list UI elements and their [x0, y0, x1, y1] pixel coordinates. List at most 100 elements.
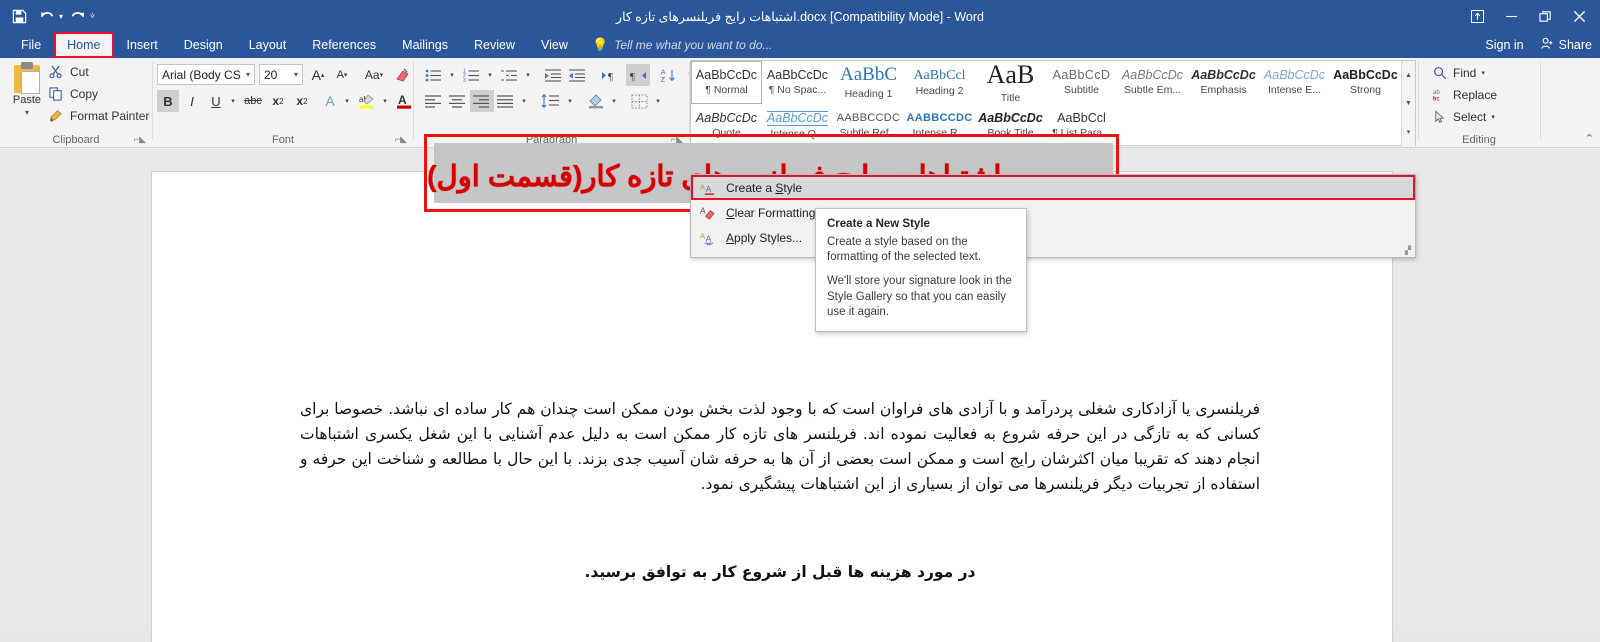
chevron-up-icon[interactable]: ▲ — [1405, 72, 1412, 79]
shrink-font-button[interactable]: A ▾ — [331, 64, 353, 86]
ltr-text-direction-button[interactable]: ¶ — [600, 64, 624, 86]
replace-button[interactable]: ab ac Replace — [1432, 85, 1497, 105]
multilevel-dropdown-icon[interactable]: ▾ — [522, 64, 534, 86]
numbering-dropdown-icon[interactable]: ▾ — [484, 64, 496, 86]
select-dropdown-icon[interactable]: ▾ — [1491, 113, 1495, 121]
shading-dropdown-icon[interactable]: ▾ — [608, 90, 620, 112]
chevron-down-icon[interactable]: ▾ — [246, 70, 250, 79]
shading-button[interactable] — [584, 90, 608, 112]
select-pointer-icon — [1432, 109, 1448, 125]
align-left-button[interactable] — [422, 90, 446, 112]
close-icon[interactable] — [1562, 1, 1596, 31]
tab-insert[interactable]: Insert — [114, 32, 171, 58]
tab-references[interactable]: References — [299, 32, 389, 58]
font-color-button[interactable]: A — [393, 90, 415, 112]
font-name-combobox[interactable]: Arial (Body CS ▾ — [157, 64, 255, 85]
tab-file[interactable]: File — [8, 32, 55, 58]
increase-indent-button[interactable] — [566, 64, 590, 86]
style-normal[interactable]: AaBbCcDc ¶ Normal — [691, 61, 762, 104]
font-size-value: 20 — [264, 67, 278, 82]
document-subheading[interactable]: در مورد هزینه ها قبل از شروع کار به تواف… — [300, 560, 1260, 585]
bold-button[interactable]: B — [157, 90, 179, 112]
style-intense-emphasis[interactable]: AaBbCcDc Intense E... — [1259, 61, 1330, 104]
menu-item-apply-styles[interactable]: AA Apply Styles... — [691, 225, 1415, 250]
underline-dropdown-icon[interactable]: ▾ — [227, 90, 239, 112]
bullets-button[interactable] — [422, 64, 446, 86]
cut-button[interactable]: Cut — [48, 62, 89, 82]
italic-button[interactable]: I — [181, 90, 203, 112]
window-controls[interactable] — [1460, 0, 1596, 32]
menu-item-clear-formatting[interactable]: A Clear Formatting — [691, 200, 1415, 225]
menu-item-create-a-style[interactable]: AA Create a Style — [691, 175, 1415, 200]
select-button[interactable]: Select ▾ — [1432, 107, 1495, 127]
minimize-icon[interactable] — [1494, 1, 1528, 31]
style-strong[interactable]: AaBbCcDc Strong — [1330, 61, 1401, 104]
font-size-combobox[interactable]: 20 ▾ — [259, 64, 303, 85]
text-highlight-color-button[interactable]: ab — [355, 90, 379, 112]
find-dropdown-icon[interactable]: ▾ — [1481, 69, 1485, 77]
text-effects-button[interactable]: A — [319, 90, 341, 112]
grow-font-button[interactable]: A ▴ — [307, 64, 329, 86]
restore-icon[interactable] — [1528, 1, 1562, 31]
clear-formatting-button[interactable] — [393, 64, 413, 86]
styles-gallery-scroll[interactable]: ▲ ▼ ▾ — [1401, 61, 1415, 147]
font-dialog-launcher-icon[interactable]: ⌐◣ — [395, 134, 407, 145]
style-heading-1[interactable]: AaBbC Heading 1 — [833, 61, 904, 104]
align-right-button[interactable] — [470, 90, 494, 112]
tell-me-search[interactable]: 💡 Tell me what you want to do... — [592, 32, 773, 58]
numbering-button[interactable]: 123 — [460, 64, 484, 86]
clipboard-dialog-launcher-icon[interactable]: ⌐◣ — [134, 134, 146, 145]
account-area: Sign in Share — [1485, 32, 1592, 58]
sign-in-link[interactable]: Sign in — [1485, 38, 1523, 52]
tab-view[interactable]: View — [528, 32, 581, 58]
document-paragraph-1[interactable]: فریلنسری یا آزادکاری شغلی پردرآمد و با آ… — [300, 397, 1260, 497]
style-subtitle[interactable]: AaBbCcD Subtitle — [1046, 61, 1117, 104]
borders-dropdown-icon[interactable]: ▾ — [652, 90, 664, 112]
clear-formatting-icon: A — [699, 204, 717, 222]
replace-icon: ab ac — [1432, 87, 1448, 103]
text-effects-dropdown-icon[interactable]: ▾ — [341, 90, 353, 112]
style-emphasis[interactable]: AaBbCcDc Emphasis — [1188, 61, 1259, 104]
find-button[interactable]: Find ▾ — [1432, 63, 1485, 83]
tab-mailings[interactable]: Mailings — [389, 32, 461, 58]
chevron-down-icon[interactable]: ▾ — [294, 70, 298, 79]
menu-resize-grip[interactable]: ▞ — [1405, 246, 1411, 255]
chevron-down-icon[interactable]: ▼ — [1405, 100, 1412, 107]
multilevel-list-button[interactable] — [498, 64, 522, 86]
tab-layout[interactable]: Layout — [236, 32, 300, 58]
tab-design[interactable]: Design — [171, 32, 236, 58]
line-spacing-dropdown-icon[interactable]: ▾ — [564, 90, 576, 112]
copy-button[interactable]: Copy — [48, 84, 98, 104]
paste-button[interactable]: Paste ▾ — [6, 60, 48, 132]
bullets-dropdown-icon[interactable]: ▾ — [446, 64, 458, 86]
tab-review[interactable]: Review — [461, 32, 528, 58]
styles-dropdown-menu[interactable]: AA Create a Style A Clear Formatting AA … — [690, 174, 1416, 258]
paste-dropdown-icon[interactable]: ▾ — [25, 108, 29, 117]
style-no-spacing[interactable]: AaBbCcDc ¶ No Spac... — [762, 61, 833, 104]
chevron-up-icon[interactable]: ⌃ — [1585, 132, 1594, 145]
decrease-indent-button[interactable] — [542, 64, 566, 86]
underline-button[interactable]: U — [205, 90, 227, 112]
svg-text:A: A — [700, 205, 706, 215]
style-heading-2[interactable]: AaBbCcl Heading 2 — [904, 61, 975, 104]
align-center-button[interactable] — [446, 90, 470, 112]
tab-home[interactable]: Home — [54, 32, 114, 58]
line-spacing-button[interactable] — [538, 90, 564, 112]
borders-button[interactable] — [628, 90, 652, 112]
change-case-button[interactable]: Aa ▾ — [359, 64, 389, 86]
justify-button[interactable] — [494, 90, 518, 112]
superscript-button[interactable]: x2 — [291, 90, 313, 112]
style-title[interactable]: AaB Title — [975, 61, 1046, 104]
subscript-button[interactable]: x2 — [267, 90, 289, 112]
rtl-text-direction-button[interactable]: ¶ — [626, 64, 650, 86]
format-painter-button[interactable]: Format Painter — [48, 106, 149, 126]
alignment-dropdown-icon[interactable]: ▾ — [518, 90, 530, 112]
paste-label: Paste — [12, 94, 42, 106]
sort-button[interactable]: AZ — [658, 64, 682, 86]
strikethrough-button[interactable]: abc — [241, 90, 265, 112]
style-subtle-emphasis[interactable]: AaBbCcDc Subtle Em... — [1117, 61, 1188, 104]
more-styles-icon[interactable]: ▾ — [1407, 128, 1411, 136]
ribbon-display-options-icon[interactable] — [1460, 1, 1494, 31]
highlight-dropdown-icon[interactable]: ▾ — [379, 90, 391, 112]
share-button[interactable]: Share — [1540, 37, 1592, 53]
